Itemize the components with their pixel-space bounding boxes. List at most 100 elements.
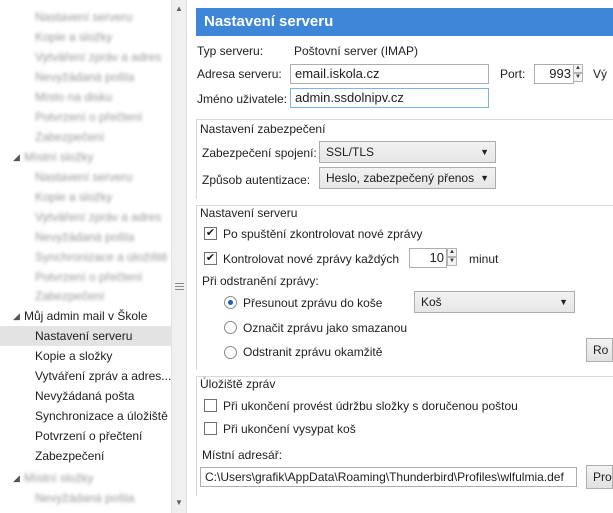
tree-item-label: Kopie a složky bbox=[35, 30, 113, 44]
check-on-start-checkbox[interactable]: ✔ bbox=[204, 227, 217, 240]
tree-item-copies-folders[interactable]: Kopie a složky bbox=[0, 346, 171, 366]
tree-account-blurred[interactable]: ◢ Místní složky bbox=[0, 468, 171, 488]
tree-item-label: Nevyžádaná pošta bbox=[35, 230, 135, 244]
spin-up-icon[interactable]: ▲ bbox=[447, 248, 457, 257]
cleanup-inbox-checkbox[interactable] bbox=[204, 399, 217, 412]
scroll-down-icon[interactable]: ▼ bbox=[175, 498, 183, 507]
mark-deleted-radio[interactable] bbox=[224, 321, 237, 334]
tree-item-blurred[interactable]: Synchronizace a úložiště bbox=[0, 247, 171, 267]
username-input[interactable]: admin.ssdolnipv.cz bbox=[290, 88, 489, 108]
tree-account-label: Můj admin mail v Škole bbox=[24, 309, 148, 323]
tree-item-junk[interactable]: Nevyžádaná pošta bbox=[0, 386, 171, 406]
move-to-trash-radio[interactable] bbox=[224, 296, 237, 309]
spin-up-icon[interactable]: ▲ bbox=[573, 64, 583, 73]
port-label: Port: bbox=[500, 67, 526, 81]
tree-account-blurred[interactable]: ◢ Místní složky bbox=[0, 147, 171, 167]
check-interval-spinner[interactable]: ▲ ▼ bbox=[447, 248, 457, 266]
tree-item-blurred[interactable]: Potvrzení o přečtení bbox=[0, 107, 171, 127]
server-address-label: Adresa serveru: bbox=[197, 67, 282, 81]
tree-item-blurred[interactable]: Nevyžádaná pošta bbox=[0, 67, 171, 87]
port-default-label: Vý bbox=[593, 67, 608, 81]
tree-item-receipts[interactable]: Potvrzení o přečtení bbox=[0, 426, 171, 446]
username-label: Jméno uživatele: bbox=[197, 92, 288, 106]
tree-item-label: Nevyžádaná pošta bbox=[35, 70, 135, 84]
tree-item-blurred[interactable]: Kopie a složky bbox=[0, 187, 171, 207]
chevron-down-icon: ▼ bbox=[559, 297, 568, 307]
check-on-start-label: Po spuštění zkontrolovat nové zprávy bbox=[223, 227, 423, 241]
connection-security-label: Zabezpečení spojení: bbox=[202, 146, 317, 160]
tree-account-label: Místní složky bbox=[24, 471, 94, 485]
check-interval-input[interactable]: 10 bbox=[409, 248, 447, 268]
tree-item-label: Potvrzení o přečtení bbox=[35, 270, 143, 284]
tree-item-label: Potvrzení o přečtení bbox=[35, 110, 143, 124]
scroll-up-icon[interactable]: ▲ bbox=[175, 4, 183, 13]
account-tree[interactable]: Nastavení serveru Kopie a složky Vytváře… bbox=[0, 0, 171, 513]
server-address-input[interactable]: email.iskola.cz bbox=[290, 64, 489, 84]
scroll-thumb-grip[interactable] bbox=[175, 283, 184, 292]
browse-button[interactable]: Pro bbox=[586, 465, 613, 489]
auth-method-dropdown[interactable]: Heslo, zabezpečený přenos ▼ bbox=[319, 167, 496, 189]
port-spinner[interactable]: ▲ ▼ bbox=[573, 64, 583, 82]
tree-item-label: Vytváření zpráv a adres bbox=[35, 210, 162, 224]
tree-item-blurred[interactable]: Vytváření zpráv a adres bbox=[0, 47, 171, 67]
remove-immediately-label: Odstranit zprávu okamžitě bbox=[243, 345, 383, 359]
remove-immediately-radio[interactable] bbox=[224, 346, 237, 359]
check-interval-unit: minut bbox=[469, 252, 499, 266]
cleanup-inbox-label: Při ukončení provést údržbu složky s dor… bbox=[223, 399, 518, 413]
server-type-value: Poštovní server (IMAP) bbox=[294, 44, 419, 58]
page-title: Nastavení serveru bbox=[196, 8, 613, 36]
dropdown-value: Heslo, zabezpečený přenos bbox=[326, 171, 475, 185]
server-settings-group-title: Nastavení serveru bbox=[200, 206, 298, 220]
mark-deleted-label: Označit zprávu jako smazanou bbox=[243, 321, 408, 335]
tree-item-server-settings[interactable]: Nastavení serveru bbox=[0, 326, 171, 346]
local-dir-input[interactable]: C:\Users\grafik\AppData\Roaming\Thunderb… bbox=[200, 467, 577, 487]
tree-item-label: Vytváření zpráv a adres... bbox=[35, 369, 171, 383]
tree-item-label: Kopie a složky bbox=[35, 190, 113, 204]
tree-item-label: Synchronizace a úložiště bbox=[35, 250, 168, 264]
tree-item-composition[interactable]: Vytváření zpráv a adres... bbox=[0, 366, 171, 386]
tree-item-label: Potvrzení o přečtení bbox=[35, 429, 143, 443]
tree-item-label: Vytváření zpráv a adres bbox=[35, 50, 162, 64]
tree-item-label: Zabezpečení bbox=[35, 449, 105, 463]
tree-item-label: Synchronizace a úložiště bbox=[35, 409, 168, 423]
tree-item-label: Nevyžádaná pošta bbox=[35, 491, 135, 505]
tree-item-label: Zabezpečení bbox=[35, 289, 105, 303]
tree-item-label: Kopie a složky bbox=[35, 349, 113, 363]
tree-item-security[interactable]: Zabezpečení bbox=[0, 446, 171, 466]
tree-item-blurred[interactable]: Místo na disku bbox=[0, 87, 171, 107]
spin-down-icon[interactable]: ▼ bbox=[447, 257, 457, 266]
advanced-button[interactable]: Ro bbox=[586, 338, 613, 362]
tree-item-blurred[interactable]: Zabezpečení bbox=[0, 127, 171, 147]
tree-account[interactable]: ◢ Můj admin mail v Škole bbox=[0, 306, 171, 326]
tree-item-blurred[interactable]: Nevyžádaná pošta bbox=[0, 488, 171, 508]
auth-method-label: Způsob autentizace: bbox=[202, 173, 311, 187]
security-group-title: Nastavení zabezpečení bbox=[200, 122, 326, 136]
tree-item-sync[interactable]: Synchronizace a úložiště bbox=[0, 406, 171, 426]
tree-item-label: Nastavení serveru bbox=[35, 170, 133, 184]
empty-trash-checkbox[interactable] bbox=[204, 422, 217, 435]
server-type-label: Typ serveru: bbox=[197, 44, 264, 58]
expand-arrow-icon[interactable]: ◢ bbox=[13, 306, 20, 326]
dropdown-value: SSL/TLS bbox=[326, 145, 375, 159]
tree-item-blurred[interactable]: Vytváření zpráv a adres bbox=[0, 207, 171, 227]
chevron-down-icon: ▼ bbox=[480, 173, 489, 183]
tree-scrollbar[interactable]: ▲ ▼ bbox=[171, 0, 186, 513]
trash-folder-dropdown[interactable]: Koš ▼ bbox=[414, 291, 575, 313]
pane-splitter[interactable] bbox=[186, 0, 194, 513]
port-input[interactable]: 993 bbox=[534, 64, 574, 84]
tree-item-blurred[interactable]: Nastavení serveru bbox=[0, 167, 171, 187]
tree-item-blurred[interactable]: Potvrzení o přečtení bbox=[0, 267, 171, 287]
move-to-trash-label: Přesunout zprávu do koše bbox=[243, 296, 383, 310]
tree-item-label: Místo na disku bbox=[35, 90, 113, 104]
tree-item-label: Nastavení serveru bbox=[35, 10, 133, 24]
tree-item-label: Nevyžádaná pošta bbox=[35, 389, 135, 403]
check-every-checkbox[interactable]: ✔ bbox=[204, 252, 217, 265]
tree-item-blurred[interactable]: Nevyžádaná pošta bbox=[0, 227, 171, 247]
check-every-label: Kontrolovat nové zprávy každých bbox=[223, 252, 400, 266]
tree-item-blurred[interactable]: Kopie a složky bbox=[0, 27, 171, 47]
empty-trash-label: Při ukončení vysypat koš bbox=[223, 422, 356, 436]
spin-down-icon[interactable]: ▼ bbox=[573, 73, 583, 82]
tree-item-blurred[interactable]: Zabezpečení bbox=[0, 286, 171, 306]
connection-security-dropdown[interactable]: SSL/TLS ▼ bbox=[319, 141, 496, 163]
tree-item-blurred[interactable]: Nastavení serveru bbox=[0, 7, 171, 27]
